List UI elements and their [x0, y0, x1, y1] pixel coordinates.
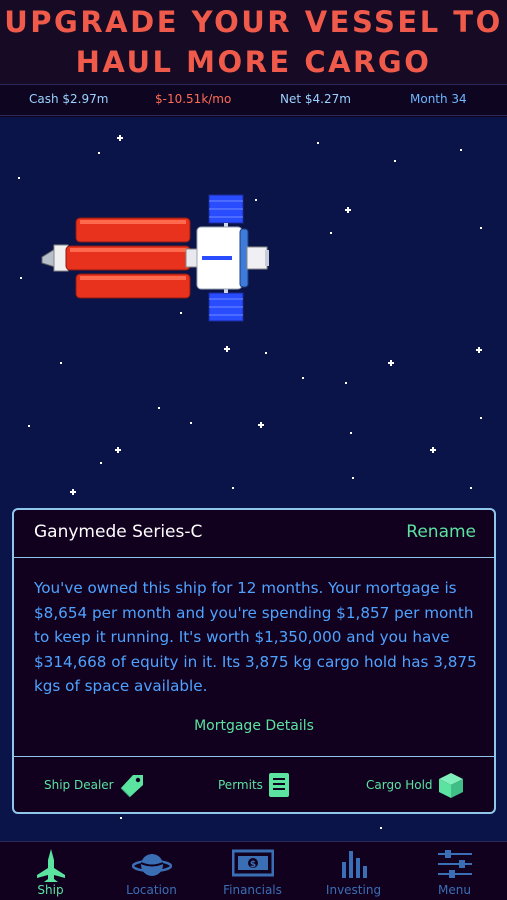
ship-info-panel: Ganymede Series-C Rename You've owned th… — [12, 508, 496, 814]
stats-bar: Cash $2.97m $-10.51k/mo Net $4.27m Month… — [0, 84, 507, 116]
panel-actions: Ship Dealer Permits Cargo Hold — [14, 756, 494, 812]
cargo-hold-label: Cargo Hold — [366, 778, 433, 792]
cash-stat: Cash $2.97m — [29, 92, 109, 106]
month-stat: Month 34 — [410, 92, 467, 106]
rename-button[interactable]: Rename — [406, 522, 476, 542]
panel-header: Ganymede Series-C Rename — [14, 510, 494, 558]
tab-location[interactable]: Location — [101, 842, 202, 900]
tab-financials[interactable]: $ Financials — [202, 842, 303, 900]
tab-menu[interactable]: Menu — [404, 842, 505, 900]
cube-icon — [438, 773, 463, 798]
tab-menu-label: Menu — [438, 883, 471, 897]
permits-label: Permits — [218, 778, 263, 792]
burn-rate-stat: $-10.51k/mo — [155, 92, 232, 106]
tab-investing[interactable]: Investing — [303, 842, 404, 900]
tab-investing-label: Investing — [325, 883, 382, 897]
tab-ship[interactable]: Ship — [0, 842, 101, 900]
ship-name: Ganymede Series-C — [34, 522, 203, 542]
ship-dealer-label: Ship Dealer — [44, 778, 114, 792]
tab-location-label: Location — [126, 883, 177, 897]
svg-text:$: $ — [249, 860, 255, 870]
document-icon — [268, 773, 289, 797]
jet-icon — [36, 849, 65, 882]
mortgage-details-link[interactable]: Mortgage Details — [14, 718, 494, 734]
net-worth-stat: Net $4.27m — [280, 92, 351, 106]
bar-chart-icon — [341, 851, 367, 878]
space-scene: Ganymede Series-C Rename You've owned th… — [0, 117, 507, 841]
planet-icon — [131, 854, 172, 876]
ship-dealer-button[interactable]: Ship Dealer — [44, 757, 146, 813]
tab-financials-label: Financials — [223, 883, 282, 897]
cargo-hold-button[interactable]: Cargo Hold — [366, 757, 465, 813]
banner-line-2: HAUL MORE CARGO — [75, 45, 432, 79]
ship-description: You've owned this ship for 12 months. Yo… — [34, 579, 477, 695]
sliders-icon — [437, 850, 472, 878]
banner-line-1: UPGRADE YOUR VESSEL TO — [4, 5, 503, 39]
banknote-icon: $ — [231, 849, 274, 877]
permits-button[interactable]: Permits — [218, 757, 291, 813]
tab-bar: Ship Location $ Financials Investing Men… — [0, 841, 507, 900]
promo-banner: UPGRADE YOUR VESSEL TO HAUL MORE CARGO — [0, 0, 507, 84]
tag-icon — [120, 775, 143, 798]
tab-ship-label: Ship — [37, 883, 64, 897]
